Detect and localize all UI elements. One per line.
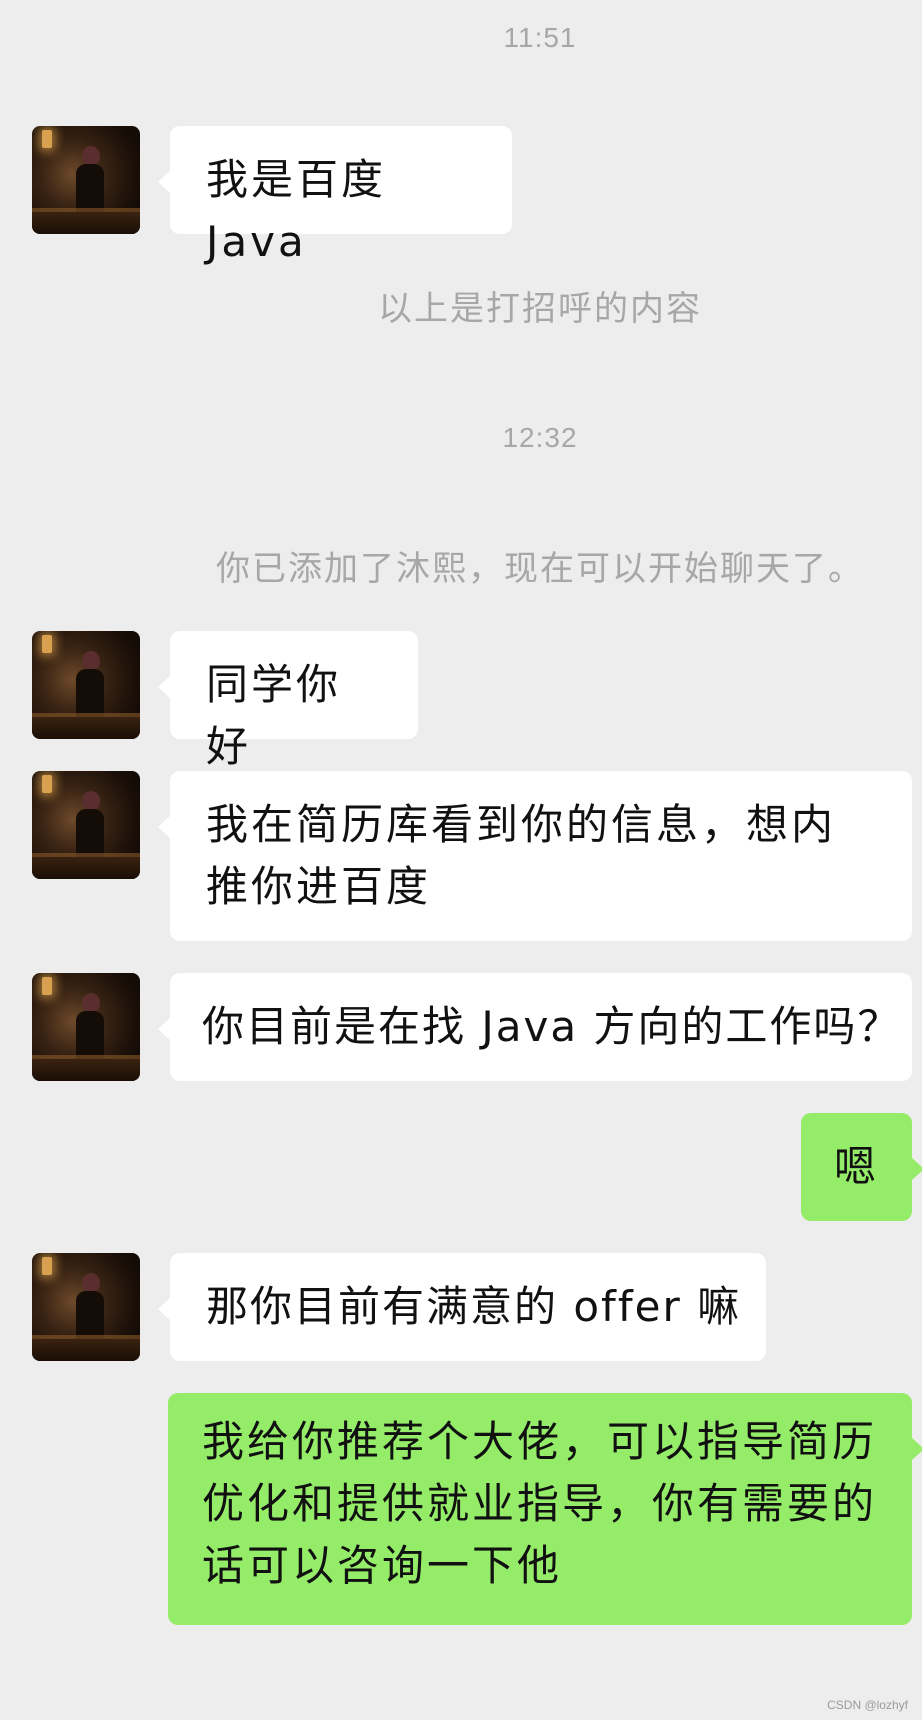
incoming-message[interactable]: 那你目前有满意的 offer 嘛 bbox=[158, 1253, 766, 1361]
system-notice: 你已添加了沐熙，现在可以开始聊天了。 bbox=[216, 549, 864, 589]
incoming-message[interactable]: 你目前是在找 Java 方向的工作吗？ bbox=[158, 973, 912, 1081]
watermark: CSDN @lozhyf bbox=[827, 1698, 908, 1712]
contact-avatar[interactable] bbox=[32, 126, 140, 234]
contact-avatar[interactable] bbox=[32, 771, 140, 879]
timestamp: 12:32 bbox=[502, 422, 578, 453]
chat-history[interactable]: 11:51 我是百度 Java 以上是打招呼的内容 12:32 你已添加了沐熙，… bbox=[0, 0, 922, 1720]
incoming-message[interactable]: 同学你好 bbox=[158, 631, 418, 771]
contact-avatar[interactable] bbox=[32, 1253, 140, 1361]
contact-avatar[interactable] bbox=[32, 973, 140, 1081]
outgoing-message[interactable]: 嗯 bbox=[801, 1113, 922, 1221]
system-notice: 以上是打招呼的内容 bbox=[378, 289, 702, 329]
incoming-message[interactable]: 我在简历库看到你的信息，想内推你进百度 bbox=[158, 771, 912, 941]
incoming-message[interactable]: 我是百度 Java bbox=[158, 126, 512, 266]
timestamp: 11:51 bbox=[503, 22, 577, 53]
outgoing-message[interactable]: 我给你推荐个大佬，可以指导简历优化和提供就业指导，你有需要的话可以咨询一下他 bbox=[168, 1393, 922, 1625]
contact-avatar[interactable] bbox=[32, 631, 140, 739]
